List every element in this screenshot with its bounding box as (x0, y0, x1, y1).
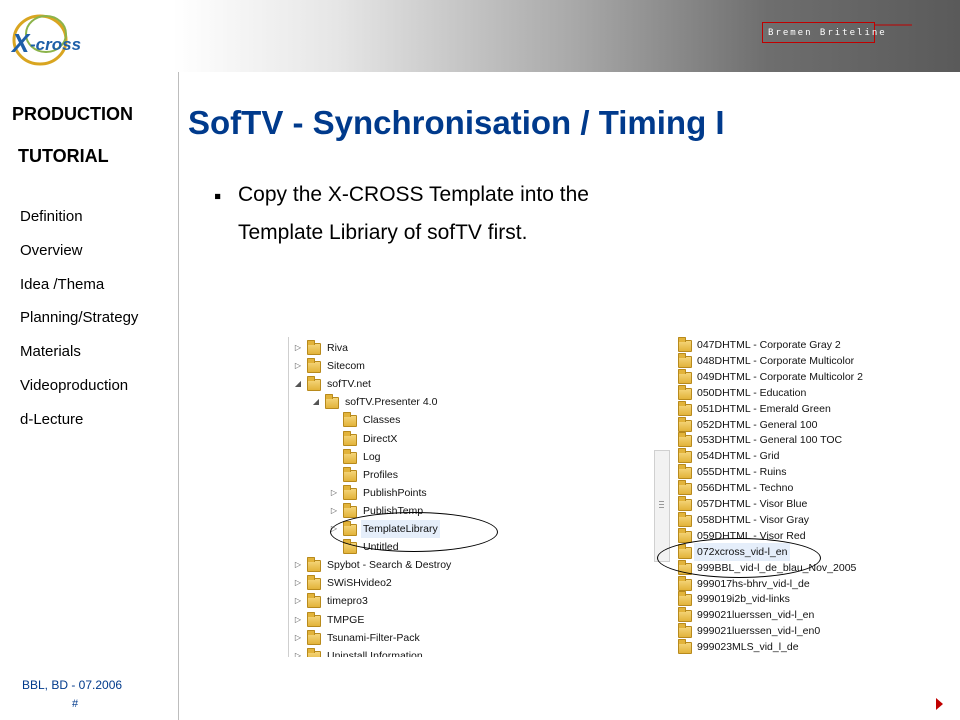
svg-text:X: X (10, 28, 31, 58)
folder-icon (678, 480, 692, 496)
bullet-square-icon: ▪ (214, 185, 222, 208)
folder-icon (678, 575, 692, 591)
tree-expander-icon[interactable]: ▷ (293, 560, 303, 570)
folder-icon (678, 384, 692, 400)
folder-tree-screenshot: ▷ Riva ▷ Sitecom ◢ sofTV.net ◢ sofTV.Presenter … (288, 337, 503, 657)
tree-item[interactable]: timepro3 (325, 592, 370, 610)
tree-expander-icon[interactable]: ▷ (293, 578, 303, 588)
folder-icon (678, 464, 692, 480)
nav-item-idea-thema[interactable]: Idea /Thema (20, 274, 138, 308)
tree-item[interactable]: Riva (325, 339, 350, 357)
folder-icon (678, 496, 692, 511)
tree-item[interactable]: TMPGE (325, 611, 366, 629)
folder-icon (343, 412, 357, 428)
folder-icon (343, 448, 357, 464)
tree-item[interactable]: Uninstall Information (325, 647, 425, 657)
highlight-ellipse-xcross-template (657, 538, 821, 578)
folder-icon (307, 593, 321, 609)
tree-item[interactable]: sofTV.Presenter 4.0 (343, 393, 439, 411)
tree-expander-icon[interactable]: ◢ (311, 397, 321, 407)
folder-icon (678, 623, 692, 639)
folder-icon (678, 639, 692, 655)
sidebar-nav: Definition Overview Idea /Thema Planning… (20, 206, 138, 443)
template-list-screenshot: 047DHTML - Corporate Gray 2 048DHTML - Co… (654, 337, 926, 657)
next-slide-arrow-icon[interactable] (936, 698, 943, 710)
scrollbar[interactable] (654, 450, 670, 562)
tree-item[interactable]: Classes (361, 411, 402, 429)
sidebar-heading: PRODUCTION (12, 104, 133, 124)
brand-label: Bremen Briteline (768, 28, 887, 38)
nav-item-d-lecture[interactable]: d-Lecture (20, 409, 138, 443)
folder-icon (678, 400, 692, 416)
tree-item[interactable]: SWiSHvideo2 (325, 574, 394, 592)
folder-icon (307, 575, 321, 591)
nav-item-materials[interactable]: Materials (20, 341, 138, 375)
page-number: # (72, 698, 79, 710)
nav-item-videoproduction[interactable]: Videoproduction (20, 375, 138, 409)
slide-title: SofTV - Synchronisation / Timing I (188, 104, 725, 141)
highlight-ellipse-templatelibrary (330, 512, 498, 552)
bullet-text-line2: Template Libriary of sofTV first. (238, 221, 528, 244)
tree-item[interactable]: Profiles (361, 466, 400, 484)
tree-expander-icon[interactable]: ▷ (293, 633, 303, 643)
folder-icon (307, 376, 321, 392)
folder-icon (307, 358, 321, 374)
folder-icon (678, 448, 692, 464)
tree-item[interactable]: Log (361, 448, 383, 466)
folder-icon (678, 511, 692, 527)
tree-expander-icon[interactable]: ▷ (293, 651, 303, 657)
x-cross-logo: X -cross (10, 14, 81, 66)
folder-icon (307, 557, 321, 573)
folder-icon (307, 611, 321, 627)
tree-expander-icon[interactable]: ▷ (329, 488, 339, 498)
tree-item[interactable]: DirectX (361, 430, 399, 448)
folder-icon (678, 337, 692, 352)
folder-icon (343, 484, 357, 500)
nav-item-definition[interactable]: Definition (20, 206, 138, 240)
tree-item[interactable]: Spybot - Search & Destroy (325, 556, 453, 574)
footer-text: BBL, BD - 07.2006 (22, 678, 123, 692)
tree-expander-icon[interactable]: ▷ (293, 615, 303, 625)
folder-icon (678, 368, 692, 384)
folder-icon (325, 394, 339, 410)
folder-icon (343, 430, 357, 446)
header-banner: X -cross Bremen Briteline (0, 0, 960, 72)
folder-icon (678, 352, 692, 368)
tree-item[interactable]: Sitecom (325, 357, 367, 375)
tree-item[interactable]: sofTV.net (325, 375, 373, 393)
folder-icon (678, 607, 692, 623)
folder-icon (678, 432, 692, 448)
tree-item[interactable]: PublishPoints (361, 484, 429, 502)
folder-icon (343, 466, 357, 482)
tree-expander-icon[interactable]: ▷ (293, 361, 303, 371)
nav-item-planning-strategy[interactable]: Planning/Strategy (20, 307, 138, 341)
sidebar-subheading: TUTORIAL (18, 146, 109, 166)
folder-icon (343, 502, 357, 518)
folder-icon (678, 591, 692, 607)
list-item[interactable]: 999023MLS_vid_l_de (694, 638, 802, 656)
sidebar-divider (178, 72, 179, 720)
tree-item[interactable]: Tsunami-Filter-Pack (325, 629, 422, 647)
tree-expander-icon[interactable]: ▷ (293, 596, 303, 606)
folder-icon (307, 629, 321, 645)
folder-icon (307, 340, 321, 355)
svg-text:-cross: -cross (30, 35, 81, 54)
bullet-text-line1: Copy the X-CROSS Template into the (238, 183, 589, 206)
tree-expander-icon[interactable]: ▷ (293, 343, 303, 353)
folder-icon (678, 416, 692, 432)
folder-icon (307, 647, 321, 657)
nav-item-overview[interactable]: Overview (20, 240, 138, 274)
tree-expander-icon[interactable]: ◢ (293, 379, 303, 389)
tree-expander-icon[interactable]: ▷ (329, 506, 339, 516)
